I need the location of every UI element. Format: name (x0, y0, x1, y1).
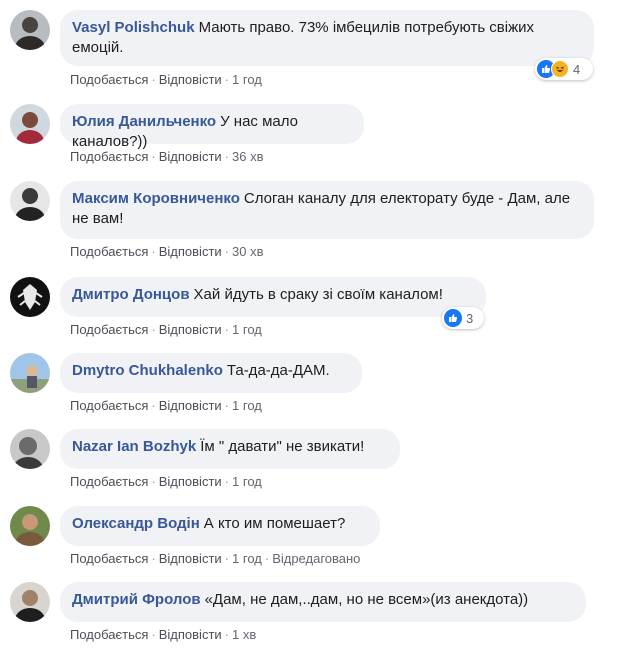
comment-author[interactable]: Nazar Ian Bozhyk (72, 438, 196, 455)
comment-bubble: Nazar Ian Bozhyk Їм " давати" не звикати! (60, 429, 400, 469)
like-icon (444, 309, 462, 327)
comment-text: Хай йдуть в сраку зі своїм каналом! (193, 286, 443, 303)
reply-link[interactable]: Відповісти (159, 244, 222, 259)
like-link[interactable]: Подобається (70, 322, 148, 337)
separator: · (151, 627, 156, 642)
like-link[interactable]: Подобається (70, 149, 148, 164)
reply-link[interactable]: Відповісти (159, 398, 222, 413)
comment-bubble: Vasyl Polishchuk Мають право. 73% імбецил… (60, 10, 594, 66)
separator: · (224, 244, 230, 259)
like-link[interactable]: Подобається (70, 627, 148, 642)
separator: · (264, 551, 270, 566)
separator: · (224, 398, 230, 413)
comment-time[interactable]: 36 хв (232, 149, 263, 164)
comment-actions: Подобається · Відповісти · 1 хв (70, 627, 256, 643)
comment-bubble: Юлия Данильченко У нас мало каналов?)) (60, 104, 364, 150)
separator: · (151, 474, 156, 489)
comment-actions: Подобається · Відповісти · 1 год · Відредагова… (70, 551, 360, 567)
comment-time[interactable]: 1 год (232, 551, 262, 566)
comment-author[interactable]: Олександр Водін (72, 515, 200, 532)
like-link[interactable]: Подобається (70, 474, 148, 489)
reply-link[interactable]: Відповісти (159, 627, 222, 642)
comment-text: А кто им помешает? (203, 515, 346, 532)
avatar[interactable] (10, 104, 50, 144)
separator: · (151, 244, 156, 259)
separator: · (151, 322, 156, 337)
like-link[interactable]: Подобається (70, 244, 148, 259)
separator: · (151, 149, 156, 164)
separator: · (224, 322, 230, 337)
avatar[interactable] (10, 353, 50, 393)
comment-author[interactable]: Юлия Данильченко (72, 113, 216, 130)
comment-actions: Подобається · Відповісти · 1 год (70, 72, 262, 88)
comment-bubble: Олександр Водін А кто им помешает? (60, 506, 380, 546)
avatar[interactable] (10, 582, 50, 622)
comment-actions: Подобається · Відповісти · 1 год (70, 398, 262, 414)
reply-link[interactable]: Відповісти (159, 322, 222, 337)
like-link[interactable]: Подобається (70, 551, 148, 566)
haha-icon (551, 60, 569, 78)
reaction-count: 4 (573, 61, 581, 77)
comment-bubble: Dmytro Chukhalenko Та-да-да-ДАМ. (60, 353, 362, 393)
avatar[interactable] (10, 429, 50, 469)
comment-author[interactable]: Максим Коровниченко (72, 190, 240, 207)
reply-link[interactable]: Відповісти (159, 551, 222, 566)
comment-time[interactable]: 1 год (232, 474, 262, 489)
comment-text: Та-да-да-ДАМ. (226, 362, 330, 379)
separator: · (224, 474, 230, 489)
comment-text: Їм " давати" не звикати! (200, 438, 365, 455)
comment-actions: Подобається · Відповісти · 1 год (70, 322, 262, 338)
separator: · (224, 72, 230, 87)
comment-author[interactable]: Dmytro Chukhalenko (72, 362, 223, 379)
avatar[interactable] (10, 277, 50, 317)
reaction-summary[interactable]: 3 (442, 307, 484, 329)
like-link[interactable]: Подобається (70, 72, 148, 87)
separator: · (151, 398, 156, 413)
comment-time[interactable]: 1 год (232, 72, 262, 87)
comment-text: «Дам, не дам,..дам, но не всем»(из анекд… (204, 591, 529, 608)
comment-actions: Подобається · Відповісти · 30 хв (70, 244, 264, 260)
reaction-summary[interactable]: 4 (535, 58, 593, 80)
edited-label[interactable]: Відредаговано (272, 551, 360, 566)
comment-author[interactable]: Дмитрий Фролов (72, 591, 201, 608)
comment-time[interactable]: 30 хв (232, 244, 263, 259)
reply-link[interactable]: Відповісти (159, 72, 222, 87)
comment-actions: Подобається · Відповісти · 1 год (70, 474, 262, 490)
separator: · (224, 627, 230, 642)
comment-bubble: Дмитро Донцов Хай йдуть в сраку зі своїм … (60, 277, 486, 317)
comment-author[interactable]: Vasyl Polishchuk (72, 19, 195, 36)
avatar[interactable] (10, 10, 50, 50)
separator: · (151, 72, 156, 87)
comment-author[interactable]: Дмитро Донцов (72, 286, 190, 303)
comment-time[interactable]: 1 год (232, 398, 262, 413)
avatar[interactable] (10, 506, 50, 546)
separator: · (224, 149, 230, 164)
avatar[interactable] (10, 181, 50, 221)
comment-actions: Подобається · Відповісти · 36 хв (70, 149, 264, 165)
like-link[interactable]: Подобається (70, 398, 148, 413)
reaction-count: 3 (466, 310, 474, 326)
comment-bubble: Максим Коровниченко Слоган каналу для еле… (60, 181, 594, 239)
comment-bubble: Дмитрий Фролов «Дам, не дам,..дам, но не … (60, 582, 586, 622)
separator: · (224, 551, 230, 566)
comment-time[interactable]: 1 хв (232, 627, 256, 642)
comment-time[interactable]: 1 год (232, 322, 262, 337)
reply-link[interactable]: Відповісти (159, 149, 222, 164)
reply-link[interactable]: Відповісти (159, 474, 222, 489)
separator: · (151, 551, 156, 566)
